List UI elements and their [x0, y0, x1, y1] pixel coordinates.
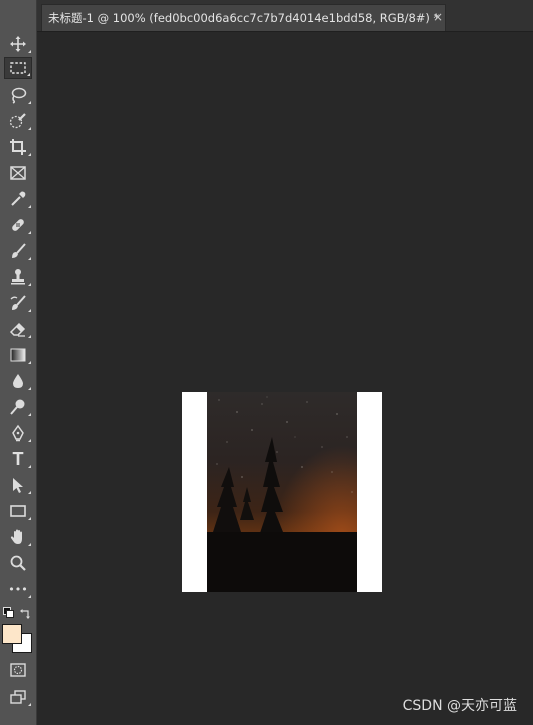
drop-icon: [13, 374, 23, 388]
watermark-text: CSDN @天亦可蓝: [402, 698, 517, 714]
zoom-tool-button[interactable]: [4, 552, 32, 574]
lasso-tool-button[interactable]: [4, 84, 32, 106]
crop-icon: [10, 139, 26, 155]
quick-mask-mode-button[interactable]: [4, 659, 32, 681]
move-tool-button[interactable]: [4, 33, 32, 55]
canvas-area[interactable]: [37, 32, 533, 725]
gradient-tool-button[interactable]: [4, 344, 32, 366]
hand-tool-button[interactable]: [4, 526, 32, 548]
edit-toolbar-button[interactable]: •••: [4, 578, 32, 600]
gradient-icon: [10, 348, 26, 362]
more-icon: •••: [8, 582, 28, 596]
close-icon[interactable]: ×: [431, 10, 445, 24]
foreground-color-swatch[interactable]: [2, 624, 22, 644]
screen-mode-icon: [10, 690, 26, 704]
rectangular-marquee-tool-button[interactable]: [4, 57, 32, 79]
stamp-icon: [11, 269, 25, 285]
rectangle-icon: [10, 505, 26, 517]
bandage-icon: [12, 219, 24, 231]
pen-tool-button[interactable]: [4, 422, 32, 444]
night-sky-photo: [207, 392, 357, 592]
spot-healing-brush-tool-button[interactable]: [4, 214, 32, 236]
quick-selection-tool-button[interactable]: [4, 110, 32, 132]
rectangle-tool-button[interactable]: [4, 500, 32, 522]
quick-mask-icon: [10, 663, 26, 677]
screen-mode-button[interactable]: [4, 686, 32, 708]
path-selection-tool-button[interactable]: [4, 474, 32, 496]
document-canvas[interactable]: [182, 392, 382, 592]
frame-tool-button[interactable]: [4, 162, 32, 184]
lasso-icon: [11, 87, 27, 104]
arrow-icon: [13, 478, 23, 493]
document-tab-title: 未标题-1 @ 100% (fed0bc00d6a6cc7c7b7d4014e1…: [48, 11, 440, 25]
default-colors-icon[interactable]: [3, 607, 14, 618]
clone-stamp-tool-button[interactable]: [4, 266, 32, 288]
brush-tool-button[interactable]: [4, 240, 32, 262]
marquee-icon: [10, 62, 26, 74]
blur-tool-button[interactable]: [4, 370, 32, 392]
type-tool-button[interactable]: T: [4, 448, 32, 470]
frame-icon: [10, 166, 26, 180]
eraser-tool-button[interactable]: [4, 318, 32, 340]
history-brush-tool-button[interactable]: [4, 292, 32, 314]
brush-icon: [12, 243, 26, 258]
swap-colors-icon[interactable]: [19, 605, 31, 619]
document-tab-bar: 未标题-1 @ 100% (fed0bc00d6a6cc7c7b7d4014e1…: [37, 0, 533, 32]
eyedropper-icon: [11, 191, 26, 206]
eyedropper-tool-button[interactable]: [4, 188, 32, 210]
dodge-icon: [10, 399, 25, 415]
crop-tool-button[interactable]: [4, 136, 32, 158]
document-tab[interactable]: 未标题-1 @ 100% (fed0bc00d6a6cc7c7b7d4014e1…: [41, 4, 446, 31]
type-icon: T: [12, 448, 24, 469]
tools-panel: T •••: [0, 0, 37, 725]
move-icon: [10, 36, 26, 52]
quick-selection-icon: [9, 113, 26, 129]
eraser-icon: [9, 322, 26, 337]
hand-icon: [10, 529, 22, 544]
dodge-tool-button[interactable]: [4, 396, 32, 418]
zoom-icon: [10, 555, 26, 571]
history-brush-icon: [10, 295, 26, 310]
pen-icon: [12, 424, 24, 442]
